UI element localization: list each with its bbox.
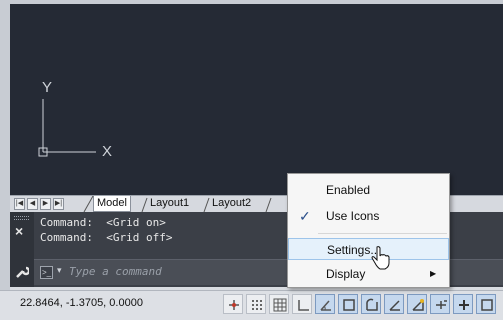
menu-item-settings[interactable]: Settings... <box>288 238 449 260</box>
grid-context-menu: Enabled ✓ Use Icons Settings... Display … <box>287 173 450 288</box>
transparency-icon <box>481 299 493 311</box>
grid-icon <box>273 298 287 312</box>
object-snap-button[interactable] <box>338 294 358 314</box>
window-frame-left <box>0 0 10 320</box>
menu-item-label: Use Icons <box>326 209 380 223</box>
ucs-icon: Y X <box>38 79 112 160</box>
command-line-sidebar: × <box>10 212 34 287</box>
ortho-icon <box>298 300 309 311</box>
menu-item-display[interactable]: Display ▶ <box>288 263 449 285</box>
grid-display-button[interactable] <box>269 294 289 314</box>
wrench-icon[interactable] <box>14 264 29 279</box>
grip-handle-icon[interactable] <box>14 216 29 220</box>
polar-tracking-button[interactable] <box>315 294 335 314</box>
lineweight-button[interactable] <box>453 294 473 314</box>
command-history-line: Command: <Grid on> <box>40 216 166 229</box>
chevron-right-icon: ▶ <box>430 269 437 278</box>
chevron-down-icon[interactable]: ▾ <box>57 265 62 276</box>
dynamic-input-icon <box>436 300 447 309</box>
ucs-x-label: X <box>102 143 112 160</box>
3d-snap-icon <box>366 298 378 311</box>
snap-icon <box>252 300 262 310</box>
object-snap-tracking-button[interactable] <box>384 294 404 314</box>
drawing-canvas[interactable]: Y X <box>10 4 503 195</box>
dynamic-ucs-button[interactable] <box>407 294 427 314</box>
checkmark-icon: ✓ <box>299 208 311 224</box>
menu-item-enabled[interactable]: Enabled <box>288 179 449 201</box>
dynamic-input-button[interactable] <box>430 294 450 314</box>
transparency-button[interactable] <box>476 294 496 314</box>
hand-cursor-icon <box>371 246 390 270</box>
infer-constraints-icon <box>229 300 239 310</box>
coordinate-readout[interactable]: 22.8464, -1.3705, 0.0000 <box>20 297 143 309</box>
prompt-icon[interactable]: >_ <box>40 266 53 279</box>
snap-mode-button[interactable] <box>246 294 266 314</box>
menu-item-use-icons[interactable]: ✓ Use Icons <box>288 205 449 227</box>
menu-separator <box>318 233 447 234</box>
ucs-y-label: Y <box>42 79 52 96</box>
menu-item-label: Display <box>326 267 366 281</box>
infer-constraints-button[interactable] <box>223 294 243 314</box>
close-icon[interactable]: × <box>15 224 23 238</box>
command-history-line: Command: <Grid off> <box>40 231 173 244</box>
status-bar: 22.8464, -1.3705, 0.0000 <box>0 290 503 320</box>
snap-tracking-icon <box>389 300 400 311</box>
polar-icon <box>320 300 331 311</box>
dynamic-ucs-icon <box>412 299 424 311</box>
ortho-mode-button[interactable] <box>292 294 312 314</box>
object-snap-icon <box>343 299 355 311</box>
command-input[interactable]: Type a command <box>69 265 162 278</box>
3d-object-snap-button[interactable] <box>361 294 381 314</box>
menu-item-label: Enabled <box>326 183 371 197</box>
plus-icon <box>459 300 469 310</box>
